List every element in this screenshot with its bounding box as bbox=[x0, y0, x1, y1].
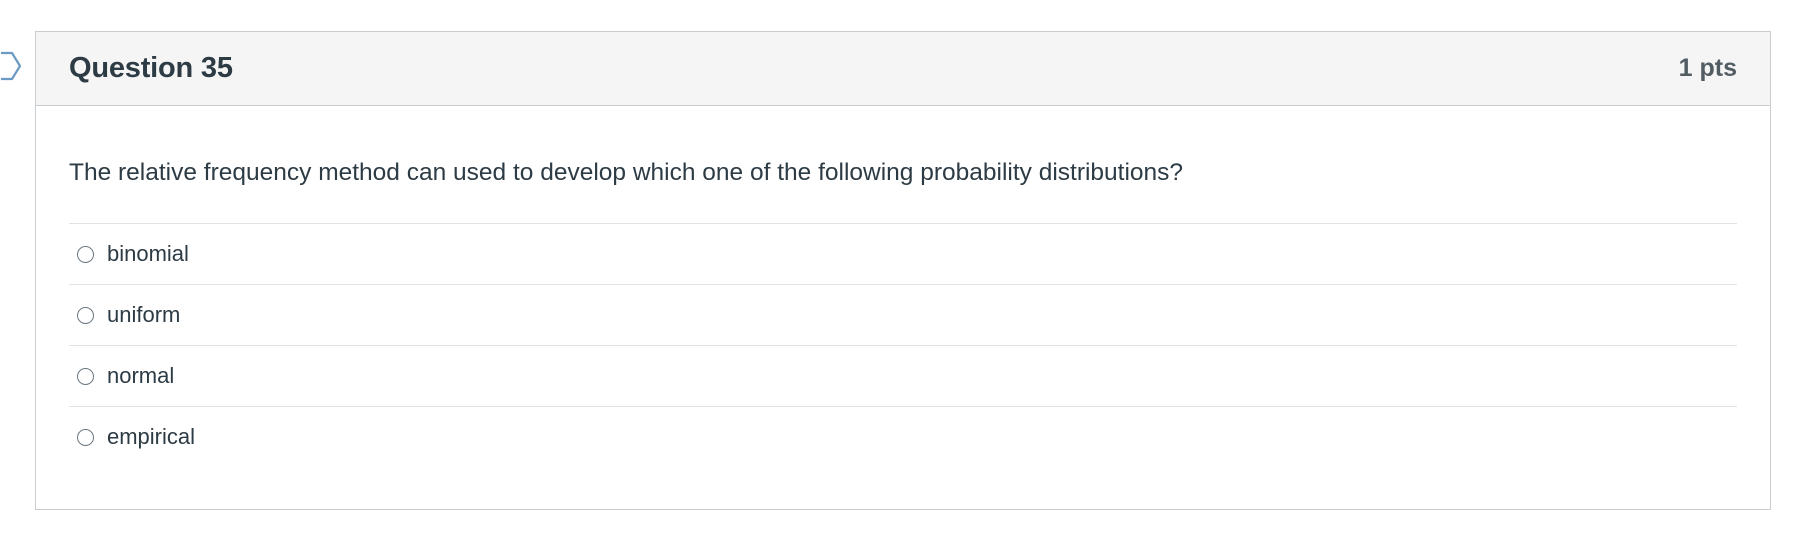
answer-label: normal bbox=[107, 363, 175, 389]
answer-option-binomial[interactable]: binomial bbox=[69, 224, 1737, 286]
radio-unchecked-icon[interactable] bbox=[77, 428, 94, 446]
quiz-page: Question 35 1 pts The relative frequency… bbox=[0, 0, 1794, 540]
radio-unchecked-icon[interactable] bbox=[77, 245, 94, 263]
answer-label: binomial bbox=[107, 241, 189, 267]
question-body: The relative frequency method can used t… bbox=[36, 106, 1770, 467]
answer-option-normal[interactable]: normal bbox=[69, 346, 1737, 408]
question-title: Question 35 bbox=[69, 52, 233, 84]
answer-option-uniform[interactable]: uniform bbox=[69, 285, 1737, 347]
answer-list: binomial uniform normal empirical bbox=[69, 223, 1737, 467]
question-header: Question 35 1 pts bbox=[36, 32, 1770, 106]
question-card: Question 35 1 pts The relative frequency… bbox=[35, 31, 1771, 510]
answer-label: empirical bbox=[107, 424, 196, 450]
answer-option-empirical[interactable]: empirical bbox=[69, 407, 1737, 467]
question-text: The relative frequency method can used t… bbox=[69, 159, 1184, 186]
question-points: 1 pts bbox=[1678, 54, 1737, 82]
radio-unchecked-icon[interactable] bbox=[77, 306, 94, 324]
flag-question-icon[interactable] bbox=[0, 51, 22, 81]
radio-unchecked-icon[interactable] bbox=[77, 367, 94, 385]
answer-label: uniform bbox=[107, 302, 181, 328]
